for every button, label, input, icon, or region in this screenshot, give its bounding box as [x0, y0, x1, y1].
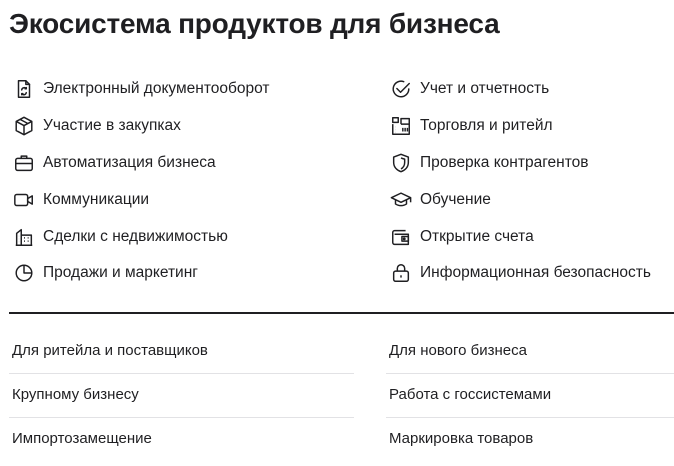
product-counterparty-check[interactable]: Проверка контрагентов	[389, 150, 588, 176]
product-label: Электронный документооборот	[43, 80, 270, 97]
product-label: Торговля и ритейл	[420, 117, 553, 134]
section-divider	[9, 312, 674, 314]
product-label: Учет и отчетность	[420, 80, 550, 97]
graduation-cap-icon	[389, 188, 413, 212]
product-automation[interactable]: Автоматизация бизнеса	[12, 150, 216, 176]
product-label: Открытие счета	[420, 228, 534, 245]
product-label: Продажи и маркетинг	[43, 264, 198, 281]
box-icon	[12, 114, 36, 138]
product-retail[interactable]: Торговля и ритейл	[389, 113, 553, 139]
product-sales-marketing[interactable]: Продажи и маркетинг	[12, 260, 198, 286]
wallet-icon	[389, 225, 413, 249]
separator	[386, 417, 674, 418]
pie-chart-icon	[12, 261, 36, 285]
building-icon	[12, 225, 36, 249]
barcode-icon	[389, 114, 413, 138]
separator	[9, 373, 354, 374]
product-procurement[interactable]: Участие в закупках	[12, 113, 181, 139]
segment-link-gov-systems[interactable]: Работа с госсистемами	[389, 386, 551, 403]
product-label: Информационная безопасность	[420, 264, 651, 281]
product-communications[interactable]: Коммуникации	[12, 187, 149, 213]
document-sync-icon	[12, 77, 36, 101]
product-label: Проверка контрагентов	[420, 154, 589, 171]
product-label: Обучение	[420, 191, 491, 208]
segment-link-large-business[interactable]: Крупному бизнесу	[12, 386, 139, 403]
segment-link-new-business[interactable]: Для нового бизнеса	[389, 342, 527, 359]
product-label: Участие в закупках	[43, 117, 181, 134]
products-grid: Электронный документооборот Участие в за…	[0, 0, 674, 300]
product-label: Автоматизация бизнеса	[43, 154, 216, 171]
shield-icon	[389, 151, 413, 175]
separator	[9, 417, 354, 418]
lock-icon	[389, 261, 413, 285]
check-circle-icon	[389, 77, 413, 101]
product-edo[interactable]: Электронный документооборот	[12, 76, 270, 102]
product-label: Сделки с недвижимостью	[43, 228, 228, 245]
product-infosec[interactable]: Информационная безопасность	[389, 260, 651, 286]
segment-link-retail-suppliers[interactable]: Для ритейла и поставщиков	[12, 342, 208, 359]
segment-link-product-marking[interactable]: Маркировка товаров	[389, 430, 533, 447]
product-real-estate[interactable]: Сделки с недвижимостью	[12, 224, 228, 250]
segment-link-import-substitution[interactable]: Импортозамещение	[12, 430, 152, 447]
video-camera-icon	[12, 188, 36, 212]
product-education[interactable]: Обучение	[389, 187, 491, 213]
product-accounting[interactable]: Учет и отчетность	[389, 76, 549, 102]
product-account-opening[interactable]: Открытие счета	[389, 224, 534, 250]
briefcase-icon	[12, 151, 36, 175]
product-label: Коммуникации	[43, 191, 150, 208]
separator	[386, 373, 674, 374]
